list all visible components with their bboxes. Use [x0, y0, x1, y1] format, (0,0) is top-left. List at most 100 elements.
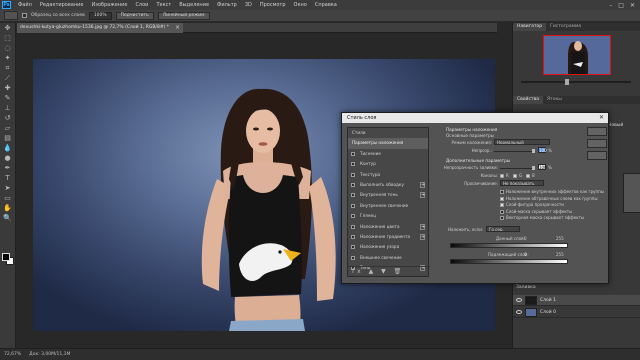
- marquee-tool-icon[interactable]: ⬚: [3, 34, 13, 43]
- refine-button[interactable]: Подчистить: [115, 11, 154, 20]
- menu-file[interactable]: Файл: [14, 2, 36, 8]
- style-item[interactable]: Текстура: [348, 170, 428, 180]
- eyedropper-tool-icon[interactable]: ⟋: [3, 74, 13, 83]
- this-layer-gradient[interactable]: [450, 243, 568, 248]
- style-item[interactable]: Внешнее свечение: [348, 253, 428, 263]
- blend-if-select[interactable]: Го сер.: [486, 226, 520, 232]
- menu-select[interactable]: Выделение: [175, 2, 213, 8]
- foreground-color-swatch[interactable]: [2, 253, 10, 261]
- advanced-option-checkbox[interactable]: Векторная маска скрывает эффекты: [500, 215, 584, 220]
- style-checkbox[interactable]: [351, 172, 355, 177]
- close-icon[interactable]: ✕: [599, 113, 604, 123]
- clone-stamp-tool-icon[interactable]: ⊥: [3, 104, 13, 113]
- healing-brush-tool-icon[interactable]: ✚: [3, 84, 13, 93]
- menu-edit[interactable]: Редактирование: [36, 2, 88, 8]
- menu-3d[interactable]: 3D: [241, 2, 256, 8]
- hand-tool-icon[interactable]: ✋: [3, 204, 13, 213]
- style-checkbox[interactable]: [351, 193, 355, 198]
- gradient-tool-icon[interactable]: ▤: [3, 134, 13, 143]
- opacity-slider-knob[interactable]: [532, 149, 535, 153]
- linear-mode-button[interactable]: Линейный режим: [157, 11, 210, 20]
- style-checkbox[interactable]: [351, 214, 355, 219]
- history-brush-tool-icon[interactable]: ↺: [3, 114, 13, 123]
- fill-opacity-slider-knob[interactable]: [532, 166, 535, 170]
- style-checkbox[interactable]: [351, 245, 355, 250]
- document-tab[interactable]: devushki-kutya-gluzhomku-1536.jpg @ 72,7…: [17, 23, 184, 33]
- opacity-input[interactable]: 100: [538, 147, 547, 153]
- tab-histogram[interactable]: Гистограмма: [546, 23, 585, 31]
- style-item[interactable]: Параметры наложения: [348, 138, 428, 149]
- type-tool-icon[interactable]: T: [3, 174, 13, 183]
- minimize-icon[interactable]: –: [609, 2, 612, 9]
- zoom-tool-icon[interactable]: 🔍: [3, 214, 13, 223]
- close-icon[interactable]: ✕: [630, 2, 635, 9]
- visibility-eye-icon[interactable]: [516, 310, 522, 314]
- style-item[interactable]: Внутренняя тень +: [348, 190, 428, 200]
- lasso-tool-icon[interactable]: ◌: [3, 44, 13, 53]
- knockout-select[interactable]: Не показывать: [500, 180, 544, 186]
- pen-tool-icon[interactable]: ✒: [3, 164, 13, 173]
- add-style-icon[interactable]: +: [420, 223, 425, 230]
- menu-help[interactable]: Справка: [311, 2, 341, 8]
- style-checkbox[interactable]: [351, 234, 355, 239]
- add-style-icon[interactable]: +: [420, 233, 425, 240]
- style-item[interactable]: Наложение цвета +: [348, 222, 428, 232]
- style-checkbox[interactable]: [351, 151, 355, 156]
- channel-r-checkbox[interactable]: R: [500, 173, 509, 178]
- tab-navigator[interactable]: Навигатор: [513, 23, 547, 31]
- tab-adjustments[interactable]: Ятокы: [543, 96, 566, 104]
- style-item[interactable]: Контур: [348, 159, 428, 169]
- eraser-tool-icon[interactable]: ▱: [3, 124, 13, 133]
- sample-all-layers-checkbox[interactable]: [22, 13, 27, 18]
- style-item[interactable]: Наложение градиента +: [348, 232, 428, 242]
- advanced-option-checkbox[interactable]: Слой-фигура прозрачности: [500, 202, 564, 207]
- magic-wand-tool-icon[interactable]: ✦: [3, 54, 13, 63]
- layer-row[interactable]: Слой 1: [513, 295, 640, 306]
- style-item[interactable]: Выполнить обводку +: [348, 180, 428, 190]
- new-style-button[interactable]: [587, 151, 607, 160]
- styles-header[interactable]: Стили: [348, 128, 428, 138]
- navigator-preview[interactable]: [543, 35, 611, 75]
- menu-image[interactable]: Изображение: [87, 2, 131, 8]
- menu-type[interactable]: Текст: [152, 2, 175, 8]
- opacity-slider[interactable]: [494, 151, 534, 152]
- layer-row[interactable]: Слой 0: [513, 307, 640, 318]
- shape-tool-icon[interactable]: ▭: [3, 194, 13, 203]
- channel-g-checkbox[interactable]: G: [513, 173, 522, 178]
- channel-b-checkbox[interactable]: B: [526, 173, 535, 178]
- percent-field[interactable]: 100%: [88, 11, 112, 20]
- menu-window[interactable]: Окно: [290, 2, 311, 8]
- blend-mode-select[interactable]: Нормальный: [494, 139, 550, 145]
- menu-filter[interactable]: Фильтр: [213, 2, 241, 8]
- path-selection-tool-icon[interactable]: ➤: [3, 184, 13, 193]
- style-checkbox[interactable]: [351, 203, 355, 208]
- style-checkbox[interactable]: [351, 224, 355, 229]
- style-checkbox[interactable]: [351, 162, 355, 167]
- style-item[interactable]: Наложение узора: [348, 242, 428, 252]
- blur-tool-icon[interactable]: 💧: [3, 144, 13, 153]
- maximize-icon[interactable]: □: [618, 2, 624, 9]
- ok-button[interactable]: [587, 127, 607, 136]
- add-style-icon[interactable]: +: [420, 181, 425, 188]
- cancel-button[interactable]: [587, 139, 607, 148]
- tool-preset-picker[interactable]: [4, 11, 18, 20]
- underlying-layer-gradient[interactable]: [450, 259, 568, 264]
- style-item[interactable]: Глянец: [348, 211, 428, 221]
- style-checkbox[interactable]: [351, 182, 355, 187]
- visibility-eye-icon[interactable]: [516, 298, 522, 302]
- advanced-option-checkbox[interactable]: Слой-маска скрывает эффекты: [500, 209, 572, 214]
- brush-tool-icon[interactable]: ✎: [3, 94, 13, 103]
- style-item[interactable]: Внутреннее свечение: [348, 201, 428, 211]
- menu-view[interactable]: Просмотр: [256, 2, 290, 8]
- crop-tool-icon[interactable]: ⌗: [3, 64, 13, 73]
- fill-opacity-input[interactable]: 100: [538, 164, 547, 170]
- fill-opacity-slider[interactable]: [500, 168, 534, 169]
- close-tab-icon[interactable]: ×: [175, 23, 180, 33]
- zoom-level[interactable]: 72,67%: [4, 352, 21, 357]
- styles-footer[interactable]: fx ▲ ▼ 🗑: [348, 266, 430, 276]
- tab-properties[interactable]: Свойства: [513, 96, 543, 104]
- color-swatches[interactable]: [2, 253, 14, 265]
- advanced-option-checkbox[interactable]: Наложение внутренних эффектов как группы: [500, 189, 604, 194]
- zoom-slider-knob[interactable]: [565, 79, 569, 85]
- style-checkbox[interactable]: [351, 255, 355, 260]
